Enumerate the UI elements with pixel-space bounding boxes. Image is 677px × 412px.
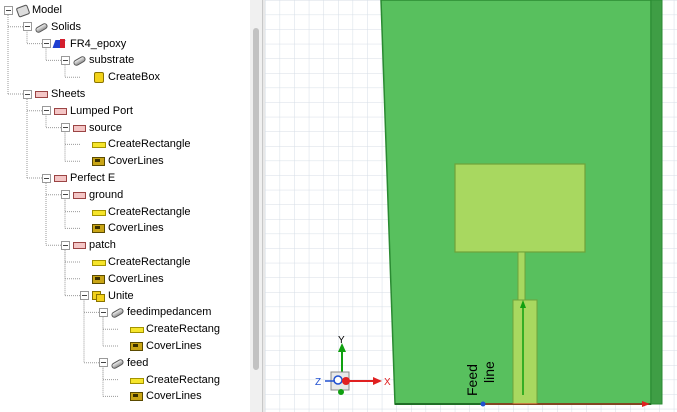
axis-y-label: Y xyxy=(338,335,345,346)
sheet-icon xyxy=(54,173,67,183)
tree-node-fi-rect[interactable]: CreateRectang xyxy=(118,321,220,337)
tree-node-label: ground xyxy=(89,188,124,201)
tree-node-label: CoverLines xyxy=(146,390,202,403)
tree-node-label: CreateRectangle xyxy=(108,256,191,268)
collapse-toggle-icon[interactable] xyxy=(80,291,89,301)
cover-lines-icon xyxy=(130,391,143,402)
tree-node-label: FR4_epoxy xyxy=(70,37,127,50)
tree-node-feed-cover[interactable]: CoverLines xyxy=(118,388,202,404)
collapse-toggle-icon[interactable] xyxy=(61,240,70,250)
tree-node-label: substrate xyxy=(89,54,135,67)
tree-node-fi-cover[interactable]: CoverLines xyxy=(118,338,202,354)
collapse-toggle-icon[interactable] xyxy=(61,123,70,133)
tree-node-patch-rect[interactable]: CreateRectangle xyxy=(80,254,191,270)
solids-icon xyxy=(35,22,47,32)
cover-lines-icon xyxy=(92,223,105,234)
tree-node-ground[interactable]: ground xyxy=(61,187,123,203)
tree-node-src-cover[interactable]: CoverLines xyxy=(80,153,164,169)
annotation-feed-word: Feed xyxy=(464,364,480,396)
collapse-toggle-icon[interactable] xyxy=(42,173,51,183)
create-rectangle-icon xyxy=(92,257,106,267)
tree-node-label: Model xyxy=(32,4,62,16)
create-rectangle-icon xyxy=(130,375,144,385)
project-tree-panel: Model Solids FR4_epoxy substrate CreateBox Sh… xyxy=(0,0,262,412)
tree-node-label: CreateRectangle xyxy=(108,205,191,218)
cover-lines-icon xyxy=(92,274,105,284)
create-rectangle-icon xyxy=(92,207,106,217)
material-icon xyxy=(54,38,66,49)
sheet-icon xyxy=(54,106,67,116)
create-box-icon xyxy=(92,72,104,84)
create-rectangle-icon xyxy=(130,324,144,334)
collapse-toggle-icon[interactable] xyxy=(42,39,51,49)
tree-node-label: patch xyxy=(89,239,116,252)
sheet-icon xyxy=(73,240,86,250)
collapse-toggle-icon[interactable] xyxy=(99,307,108,317)
tree-node-label: Perfect E xyxy=(70,172,116,184)
tree-node-gnd-rect[interactable]: CreateRectangle xyxy=(80,204,191,220)
3d-modeler-viewport[interactable]: Feed line Y X Z xyxy=(265,0,677,412)
tree-node-label: CoverLines xyxy=(108,155,164,168)
tree-node-sheets[interactable]: Sheets xyxy=(23,86,85,102)
tree-node-label: Unite xyxy=(108,289,134,302)
tree-node-label: CreateRectang xyxy=(146,373,220,386)
tree-node-lumped[interactable]: Lumped Port xyxy=(42,103,133,119)
sheet-icon xyxy=(73,123,86,133)
solid-object-icon xyxy=(111,307,123,317)
tree-node-label: CreateRectangle xyxy=(108,138,191,151)
solid-object-icon xyxy=(111,358,123,368)
tree-node-fr4[interactable]: FR4_epoxy xyxy=(42,36,126,52)
axis-z-label: Z xyxy=(315,377,321,388)
tree-vertical-scrollbar[interactable] xyxy=(250,0,262,412)
collapse-toggle-icon[interactable] xyxy=(61,55,70,65)
tree-node-source[interactable]: source xyxy=(61,120,122,136)
tree-node-substrate[interactable]: substrate xyxy=(61,52,134,68)
tree-node-feed-rect[interactable]: CreateRectang xyxy=(118,372,220,388)
tree-node-feed[interactable]: feed xyxy=(99,355,148,371)
sheet-icon xyxy=(73,190,86,200)
model-icon xyxy=(16,5,28,15)
cover-lines-icon xyxy=(130,341,143,351)
collapse-toggle-icon[interactable] xyxy=(61,190,70,200)
tree-node-perfecte[interactable]: Perfect E xyxy=(42,170,115,186)
tree-node-label: feed xyxy=(127,356,149,369)
collapse-toggle-icon[interactable] xyxy=(99,358,108,368)
tree-node-label: CoverLines xyxy=(108,272,164,285)
tree-node-label: Sheets xyxy=(51,88,86,100)
collapse-toggle-icon[interactable] xyxy=(42,106,51,116)
tree-node-label: source xyxy=(89,121,123,134)
collapse-toggle-icon[interactable] xyxy=(23,22,32,32)
tree-node-patch[interactable]: patch xyxy=(61,237,116,253)
tree-node-label: CreateBox xyxy=(108,71,160,84)
sheet-icon xyxy=(35,89,48,99)
axis-x-label: X xyxy=(384,377,391,388)
tree-node-label: CoverLines xyxy=(146,340,202,352)
collapse-toggle-icon[interactable] xyxy=(4,5,13,15)
tree-node-label: CreateRectang xyxy=(146,323,220,336)
tree-node-gnd-cover[interactable]: CoverLines xyxy=(80,220,164,236)
annotation-line-word: line xyxy=(481,361,497,383)
tree-node-patch-cover[interactable]: CoverLines xyxy=(80,271,164,287)
collapse-toggle-icon[interactable] xyxy=(23,89,32,99)
tree-node-unite[interactable]: Unite xyxy=(80,288,134,304)
tree-node-model[interactable]: Model xyxy=(4,2,62,18)
tree-node-label: Solids xyxy=(51,20,81,33)
tree-node-feedimp[interactable]: feedimpedancem xyxy=(99,304,211,320)
tree-node-label: feedimpedancem xyxy=(127,306,212,319)
create-rectangle-icon xyxy=(92,139,106,149)
cover-lines-icon xyxy=(92,156,105,167)
tree-node-solids[interactable]: Solids xyxy=(23,19,81,35)
scrollbar-thumb[interactable] xyxy=(253,28,259,370)
tree-node-createbox[interactable]: CreateBox xyxy=(80,69,160,85)
unite-icon xyxy=(92,290,105,302)
tree-node-label: CoverLines xyxy=(108,222,164,235)
tree-node-label: Lumped Port xyxy=(70,104,133,117)
solid-object-icon xyxy=(73,55,85,65)
tree-node-src-rect[interactable]: CreateRectangle xyxy=(80,136,191,152)
